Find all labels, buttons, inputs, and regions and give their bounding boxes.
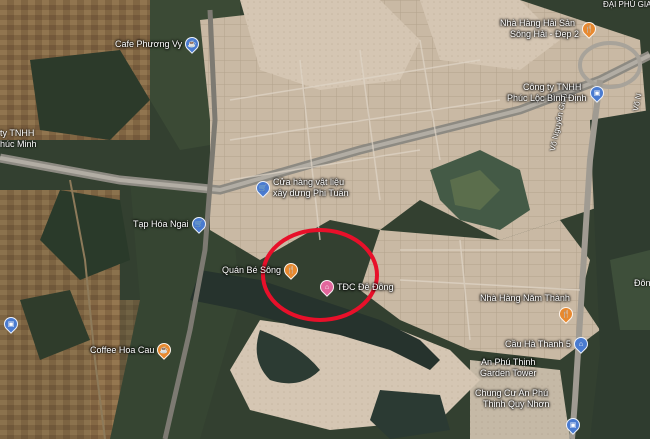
area-label-dai-phu-gia: ĐẠI PHÚ GIA [603,0,650,9]
poi-cong-ty-phuc-loc[interactable]: ▣ Công ty TNHH Phúc Lộc Bình Định [507,82,607,104]
hotel-icon: ⌂ [317,277,337,297]
poi-nha-hang-hai-san[interactable]: 🍴 Nhà Hàng Hải Sản Sông Hải - Đẹp 2 [500,18,599,40]
area-label-left-1: ty TNHH [0,128,35,138]
restaurant-icon: 🍴 [281,260,301,280]
poi-quan-be-song[interactable]: 🍴 Quán Bé Sông [222,260,301,280]
cafe-icon: ☕ [182,34,203,54]
satellite-terrain [0,0,650,439]
poi-an-phu-thinh-garden[interactable]: An Phú Thịnh Garden Tower [480,357,536,379]
poi-tap-hoa-ngai[interactable]: 🛒 Tạp Hóa Ngai [133,214,209,234]
restaurant-icon: 🍴 [579,19,599,39]
poi-cua-hang-vat-lieu[interactable]: 🛒 Cửa hàng vật liệu xây dựng Phi Tuấn [253,177,349,199]
poi-tdc-de-dong[interactable]: ⌂ TĐC Đê Đông [317,277,394,297]
landmark-icon: ⌂ [570,334,591,354]
poi-cafe-phuong-vy[interactable]: ☕ Cafe Phương Vy [115,34,203,54]
grocery-icon: 🛒 [188,214,209,234]
area-label-left-2: húc Minh [0,139,37,149]
poi-cau-ha-thanh[interactable]: Cầu Hà Thanh 5 ⌂ [505,334,591,354]
poi-nha-hang-nam-thanh[interactable]: Nhà Hàng Năm Thành [480,293,570,304]
poi-coffee-hoa-cau[interactable]: ☕ Coffee Hoa Cau [90,340,175,360]
satellite-map[interactable]: ĐẠI PHÚ GIA ty TNHH húc Minh Đôn Võ Nguy… [0,0,650,439]
building-icon: ▣ [586,83,607,103]
poi-chung-cu-an-phu[interactable]: Chung Cư An Phú Thịnh Quy Nhơn [475,388,549,410]
shop-icon: 🛒 [253,178,273,198]
area-label-right-edge: Đôn [634,278,650,288]
cafe-icon: ☕ [154,340,175,360]
